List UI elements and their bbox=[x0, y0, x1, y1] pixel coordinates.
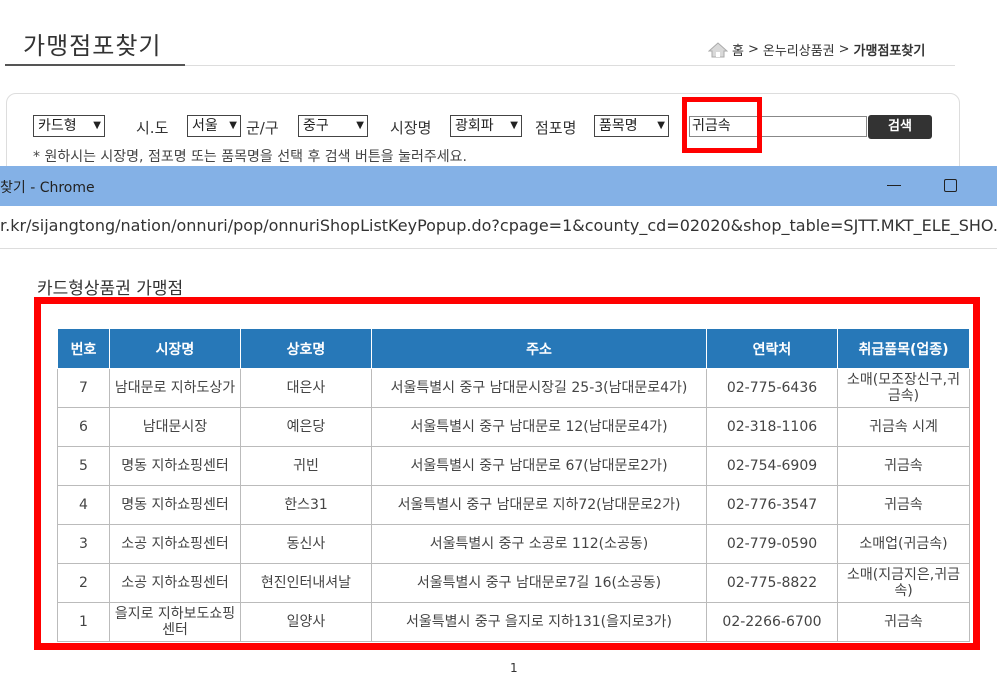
cell-market: 남대문시장 bbox=[109, 407, 241, 447]
breadcrumb: 홈 > 온누리상품권 > 가맹점포찾기 bbox=[707, 40, 926, 59]
cell-shop: 예은당 bbox=[240, 407, 372, 447]
breadcrumb-separator: > bbox=[747, 42, 759, 57]
window-titlebar[interactable]: 찾기 - Chrome bbox=[0, 166, 997, 206]
cell-phone: 02-2266-6700 bbox=[706, 602, 838, 642]
breadcrumb-separator: > bbox=[838, 42, 850, 57]
cell-items: 귀금속 bbox=[837, 602, 970, 642]
city-value: 서울 bbox=[192, 118, 218, 134]
city-select[interactable]: 서울 ▼ bbox=[187, 115, 241, 137]
header-address: 주소 bbox=[371, 328, 707, 369]
market-value: 광회파 bbox=[455, 118, 494, 134]
cell-address: 서울특별시 중구 남대문로7길 16(소공동) bbox=[371, 563, 707, 603]
cell-market: 남대문로 지하도상가 bbox=[109, 368, 241, 408]
cell-address: 서울특별시 중구 소공로 112(소공동) bbox=[371, 524, 707, 564]
cell-address: 서울특별시 중구 을지로 지하131(을지로3가) bbox=[371, 602, 707, 642]
breadcrumb-home[interactable]: 홈 bbox=[732, 40, 744, 59]
cell-shop: 한스31 bbox=[240, 485, 372, 525]
cell-items: 소매(지금지은,귀금속) bbox=[837, 563, 970, 603]
minimize-icon[interactable] bbox=[887, 185, 901, 186]
cell-shop: 대은사 bbox=[240, 368, 372, 408]
header-items: 취급품목(업종) bbox=[837, 328, 970, 369]
cell-shop: 귀빈 bbox=[240, 446, 372, 486]
header-market: 시장명 bbox=[109, 328, 241, 369]
cell-no: 5 bbox=[57, 446, 110, 486]
cell-items: 소매업(귀금속) bbox=[837, 524, 970, 564]
home-icon[interactable] bbox=[707, 41, 729, 58]
district-value: 중구 bbox=[303, 118, 329, 134]
table-row: 7 남대문로 지하도상가 대은사 서울특별시 중구 남대문시장길 25-3(남대… bbox=[57, 368, 970, 408]
cell-phone: 02-775-8822 bbox=[706, 563, 838, 603]
maximize-icon[interactable] bbox=[944, 179, 957, 192]
district-label: 군/구 bbox=[246, 119, 279, 137]
table-header-row: 번호 시장명 상호명 주소 연락처 취급품목(업종) bbox=[57, 328, 970, 369]
market-label: 시장명 bbox=[390, 119, 432, 137]
address-url: r.kr/sijangtong/nation/onnuri/pop/onnuri… bbox=[0, 216, 997, 235]
search-field-value: 품목명 bbox=[599, 118, 638, 134]
breadcrumb-current: 가맹점포찾기 bbox=[853, 44, 926, 59]
shop-table: 번호 시장명 상호명 주소 연락처 취급품목(업종) 7 남대문로 지하도상가 … bbox=[57, 328, 970, 642]
popup-window: 찾기 - Chrome r.kr/sijangtong/nation/onnur… bbox=[0, 166, 997, 675]
page-title: 가맹점포찾기 bbox=[23, 32, 162, 60]
cell-items: 귀금속 bbox=[837, 485, 970, 525]
cell-market: 을지로 지하보도쇼핑센터 bbox=[109, 602, 241, 642]
cell-phone: 02-775-6436 bbox=[706, 368, 838, 408]
table-row: 5 명동 지하쇼핑센터 귀빈 서울특별시 중구 남대문로 67(남대문로2가) … bbox=[57, 446, 970, 486]
header-phone: 연락처 bbox=[706, 328, 838, 369]
city-label: 시.도 bbox=[136, 119, 169, 137]
cell-no: 6 bbox=[57, 407, 110, 447]
cell-phone: 02-779-0590 bbox=[706, 524, 838, 564]
cell-shop: 동신사 bbox=[240, 524, 372, 564]
cell-address: 서울특별시 중구 남대문로 12(남대문로4가) bbox=[371, 407, 707, 447]
cell-no: 1 bbox=[57, 602, 110, 642]
cell-phone: 02-318-1106 bbox=[706, 407, 838, 447]
cell-shop: 현진인터내셔날 bbox=[240, 563, 372, 603]
cell-shop: 일양사 bbox=[240, 602, 372, 642]
search-field-select[interactable]: 품목명 ▼ bbox=[594, 115, 669, 137]
card-type-select[interactable]: 카드형 ▼ bbox=[33, 115, 105, 137]
district-select[interactable]: 중구 ▼ bbox=[298, 115, 368, 137]
section-title: 카드형상품권 가맹점 bbox=[37, 279, 184, 299]
table-row: 1 을지로 지하보도쇼핑센터 일양사 서울특별시 중구 을지로 지하131(을지… bbox=[57, 602, 970, 642]
search-hint: * 원하시는 시장명, 점포명 또는 품목명을 선택 후 검색 버튼을 눌러주세… bbox=[33, 149, 467, 165]
chevron-down-icon: ▼ bbox=[93, 120, 101, 131]
cell-items: 소매(모조장신구,귀금속) bbox=[837, 368, 970, 408]
breadcrumb-section[interactable]: 온누리상품권 bbox=[763, 40, 835, 59]
cell-market: 명동 지하쇼핑센터 bbox=[109, 485, 241, 525]
cell-market: 소공 지하쇼핑센터 bbox=[109, 563, 241, 603]
cell-address: 서울특별시 중구 남대문로 67(남대문로2가) bbox=[371, 446, 707, 486]
header-shop: 상호명 bbox=[240, 328, 372, 369]
cell-no: 4 bbox=[57, 485, 110, 525]
cell-phone: 02-776-3547 bbox=[706, 485, 838, 525]
cell-no: 7 bbox=[57, 368, 110, 408]
chevron-down-icon: ▼ bbox=[356, 120, 364, 131]
cell-no: 3 bbox=[57, 524, 110, 564]
chevron-down-icon: ▼ bbox=[510, 120, 518, 131]
chevron-down-icon: ▼ bbox=[229, 120, 237, 131]
cell-market: 명동 지하쇼핑센터 bbox=[109, 446, 241, 486]
title-underline bbox=[5, 64, 185, 66]
search-button[interactable]: 검색 bbox=[868, 115, 932, 139]
table-row: 3 소공 지하쇼핑센터 동신사 서울특별시 중구 소공로 112(소공동) 02… bbox=[57, 524, 970, 564]
title-rule bbox=[185, 65, 955, 66]
cell-address: 서울특별시 중구 남대문시장길 25-3(남대문로4가) bbox=[371, 368, 707, 408]
table-row: 6 남대문시장 예은당 서울특별시 중구 남대문로 12(남대문로4가) 02-… bbox=[57, 407, 970, 447]
card-type-value: 카드형 bbox=[38, 118, 77, 134]
table-row: 4 명동 지하쇼핑센터 한스31 서울특별시 중구 남대문로 지하72(남대문로… bbox=[57, 485, 970, 525]
cell-address: 서울특별시 중구 남대문로 지하72(남대문로2가) bbox=[371, 485, 707, 525]
table-row: 2 소공 지하쇼핑센터 현진인터내셔날 서울특별시 중구 남대문로7길 16(소… bbox=[57, 563, 970, 603]
address-bar[interactable]: r.kr/sijangtong/nation/onnuri/pop/onnuri… bbox=[0, 206, 997, 249]
highlight-box-keyword bbox=[682, 97, 762, 153]
page-number[interactable]: 1 bbox=[510, 661, 518, 675]
chevron-down-icon: ▼ bbox=[657, 120, 665, 131]
market-select[interactable]: 광회파 ▼ bbox=[450, 115, 522, 137]
cell-market: 소공 지하쇼핑센터 bbox=[109, 524, 241, 564]
header-no: 번호 bbox=[57, 328, 110, 369]
window-title: 찾기 - Chrome bbox=[0, 180, 95, 196]
cell-items: 귀금속 bbox=[837, 446, 970, 486]
cell-phone: 02-754-6909 bbox=[706, 446, 838, 486]
shop-label: 점포명 bbox=[535, 119, 577, 137]
cell-no: 2 bbox=[57, 563, 110, 603]
cell-items: 귀금속 시계 bbox=[837, 407, 970, 447]
